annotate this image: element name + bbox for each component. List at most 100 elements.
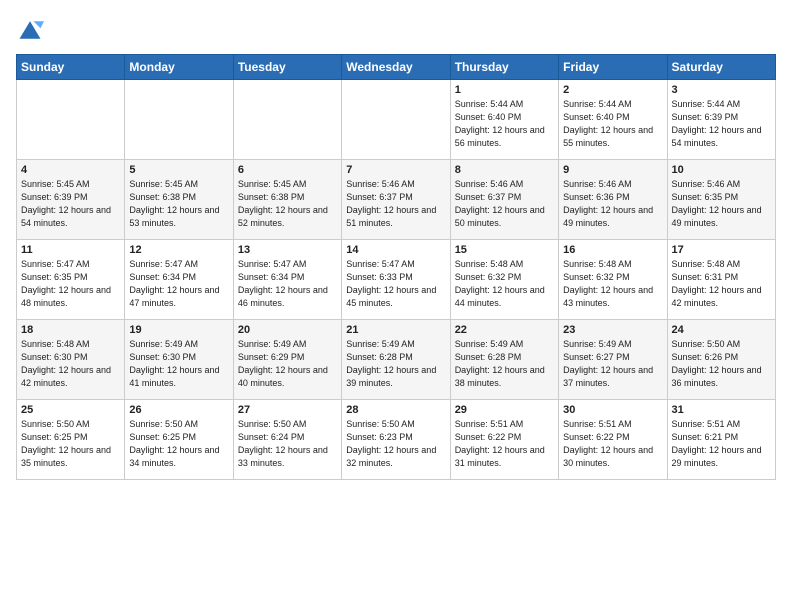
day-info: Sunrise: 5:45 AM Sunset: 6:39 PM Dayligh… — [21, 178, 120, 230]
day-info: Sunrise: 5:44 AM Sunset: 6:40 PM Dayligh… — [563, 98, 662, 150]
calendar-cell: 7 Sunrise: 5:46 AM Sunset: 6:37 PM Daylig… — [342, 160, 450, 240]
calendar-cell: 23 Sunrise: 5:49 AM Sunset: 6:27 PM Dayli… — [559, 320, 667, 400]
calendar-cell: 11 Sunrise: 5:47 AM Sunset: 6:35 PM Dayli… — [17, 240, 125, 320]
calendar-body: 1 Sunrise: 5:44 AM Sunset: 6:40 PM Daylig… — [17, 80, 776, 480]
calendar-cell: 30Sunrise: 5:51 AM Sunset: 6:22 PM Dayli… — [559, 400, 667, 480]
day-info: Sunrise: 5:49 AM Sunset: 6:28 PM Dayligh… — [346, 338, 445, 390]
day-info: Sunrise: 5:46 AM Sunset: 6:35 PM Dayligh… — [672, 178, 771, 230]
day-number: 7 — [346, 164, 445, 176]
day-number: 14 — [346, 244, 445, 256]
day-info: Sunrise: 5:48 AM Sunset: 6:30 PM Dayligh… — [21, 338, 120, 390]
day-number: 27 — [238, 404, 337, 416]
day-info: Sunrise: 5:46 AM Sunset: 6:37 PM Dayligh… — [455, 178, 554, 230]
day-number: 19 — [129, 324, 228, 336]
day-info: Sunrise: 5:51 AM Sunset: 6:22 PM Dayligh… — [563, 418, 662, 470]
day-number: 21 — [346, 324, 445, 336]
logo-icon — [16, 16, 44, 44]
day-number: 6 — [238, 164, 337, 176]
logo — [16, 16, 48, 44]
day-header-thursday: Thursday — [450, 55, 558, 80]
day-number: 9 — [563, 164, 662, 176]
day-info: Sunrise: 5:45 AM Sunset: 6:38 PM Dayligh… — [129, 178, 228, 230]
calendar-cell — [17, 80, 125, 160]
calendar-cell: 16Sunrise: 5:48 AM Sunset: 6:32 PM Dayli… — [559, 240, 667, 320]
calendar-cell: 14 Sunrise: 5:47 AM Sunset: 6:33 PM Dayli… — [342, 240, 450, 320]
day-info: Sunrise: 5:51 AM Sunset: 6:21 PM Dayligh… — [672, 418, 771, 470]
day-info: Sunrise: 5:50 AM Sunset: 6:23 PM Dayligh… — [346, 418, 445, 470]
calendar-cell: 1 Sunrise: 5:44 AM Sunset: 6:40 PM Daylig… — [450, 80, 558, 160]
page-header — [16, 16, 776, 44]
calendar-cell: 25 Sunrise: 5:50 AM Sunset: 6:25 PM Dayli… — [17, 400, 125, 480]
day-header-tuesday: Tuesday — [233, 55, 341, 80]
day-number: 8 — [455, 164, 554, 176]
calendar-cell: 31 Sunrise: 5:51 AM Sunset: 6:21 PM Dayli… — [667, 400, 775, 480]
day-number: 2 — [563, 84, 662, 96]
day-number: 1 — [455, 84, 554, 96]
day-header-wednesday: Wednesday — [342, 55, 450, 80]
calendar-cell — [342, 80, 450, 160]
day-number: 22 — [455, 324, 554, 336]
calendar-week-4: 18 Sunrise: 5:48 AM Sunset: 6:30 PM Dayli… — [17, 320, 776, 400]
calendar-cell: 13 Sunrise: 5:47 AM Sunset: 6:34 PM Dayli… — [233, 240, 341, 320]
calendar-cell: 4 Sunrise: 5:45 AM Sunset: 6:39 PM Daylig… — [17, 160, 125, 240]
day-number: 3 — [672, 84, 771, 96]
day-number: 20 — [238, 324, 337, 336]
day-info: Sunrise: 5:44 AM Sunset: 6:40 PM Dayligh… — [455, 98, 554, 150]
day-number: 24 — [672, 324, 771, 336]
day-info: Sunrise: 5:48 AM Sunset: 6:31 PM Dayligh… — [672, 258, 771, 310]
day-number: 10 — [672, 164, 771, 176]
day-number: 15 — [455, 244, 554, 256]
day-info: Sunrise: 5:51 AM Sunset: 6:22 PM Dayligh… — [455, 418, 554, 470]
day-info: Sunrise: 5:47 AM Sunset: 6:35 PM Dayligh… — [21, 258, 120, 310]
day-info: Sunrise: 5:47 AM Sunset: 6:33 PM Dayligh… — [346, 258, 445, 310]
calendar-cell — [125, 80, 233, 160]
day-number: 26 — [129, 404, 228, 416]
calendar-cell — [233, 80, 341, 160]
day-info: Sunrise: 5:50 AM Sunset: 6:25 PM Dayligh… — [21, 418, 120, 470]
day-number: 18 — [21, 324, 120, 336]
calendar-cell: 10 Sunrise: 5:46 AM Sunset: 6:35 PM Dayli… — [667, 160, 775, 240]
day-info: Sunrise: 5:49 AM Sunset: 6:29 PM Dayligh… — [238, 338, 337, 390]
calendar-cell: 17Sunrise: 5:48 AM Sunset: 6:31 PM Dayli… — [667, 240, 775, 320]
day-info: Sunrise: 5:46 AM Sunset: 6:37 PM Dayligh… — [346, 178, 445, 230]
day-info: Sunrise: 5:49 AM Sunset: 6:30 PM Dayligh… — [129, 338, 228, 390]
day-number: 28 — [346, 404, 445, 416]
calendar-table: SundayMondayTuesdayWednesdayThursdayFrid… — [16, 54, 776, 480]
day-number: 12 — [129, 244, 228, 256]
calendar-cell: 21 Sunrise: 5:49 AM Sunset: 6:28 PM Dayli… — [342, 320, 450, 400]
calendar-cell: 9 Sunrise: 5:46 AM Sunset: 6:36 PM Daylig… — [559, 160, 667, 240]
calendar-cell: 22 Sunrise: 5:49 AM Sunset: 6:28 PM Dayli… — [450, 320, 558, 400]
calendar-week-1: 1 Sunrise: 5:44 AM Sunset: 6:40 PM Daylig… — [17, 80, 776, 160]
day-number: 4 — [21, 164, 120, 176]
day-header-friday: Friday — [559, 55, 667, 80]
day-info: Sunrise: 5:49 AM Sunset: 6:27 PM Dayligh… — [563, 338, 662, 390]
day-number: 16 — [563, 244, 662, 256]
calendar-cell: 19 Sunrise: 5:49 AM Sunset: 6:30 PM Dayli… — [125, 320, 233, 400]
calendar-cell: 20 Sunrise: 5:49 AM Sunset: 6:29 PM Dayli… — [233, 320, 341, 400]
day-info: Sunrise: 5:49 AM Sunset: 6:28 PM Dayligh… — [455, 338, 554, 390]
day-info: Sunrise: 5:44 AM Sunset: 6:39 PM Dayligh… — [672, 98, 771, 150]
day-info: Sunrise: 5:47 AM Sunset: 6:34 PM Dayligh… — [129, 258, 228, 310]
calendar-cell: 5Sunrise: 5:45 AM Sunset: 6:38 PM Daylig… — [125, 160, 233, 240]
day-number: 25 — [21, 404, 120, 416]
calendar-cell: 15 Sunrise: 5:48 AM Sunset: 6:32 PM Dayli… — [450, 240, 558, 320]
calendar-header-row: SundayMondayTuesdayWednesdayThursdayFrid… — [17, 55, 776, 80]
day-info: Sunrise: 5:46 AM Sunset: 6:36 PM Dayligh… — [563, 178, 662, 230]
calendar-cell: 27 Sunrise: 5:50 AM Sunset: 6:24 PM Dayli… — [233, 400, 341, 480]
calendar-cell: 2 Sunrise: 5:44 AM Sunset: 6:40 PM Daylig… — [559, 80, 667, 160]
day-info: Sunrise: 5:48 AM Sunset: 6:32 PM Dayligh… — [455, 258, 554, 310]
calendar-cell: 24 Sunrise: 5:50 AM Sunset: 6:26 PM Dayli… — [667, 320, 775, 400]
calendar-cell: 6 Sunrise: 5:45 AM Sunset: 6:38 PM Daylig… — [233, 160, 341, 240]
day-info: Sunrise: 5:50 AM Sunset: 6:26 PM Dayligh… — [672, 338, 771, 390]
calendar-cell: 26Sunrise: 5:50 AM Sunset: 6:25 PM Dayli… — [125, 400, 233, 480]
day-info: Sunrise: 5:45 AM Sunset: 6:38 PM Dayligh… — [238, 178, 337, 230]
day-header-saturday: Saturday — [667, 55, 775, 80]
day-number: 23 — [563, 324, 662, 336]
day-number: 31 — [672, 404, 771, 416]
day-info: Sunrise: 5:50 AM Sunset: 6:24 PM Dayligh… — [238, 418, 337, 470]
day-number: 13 — [238, 244, 337, 256]
day-number: 11 — [21, 244, 120, 256]
calendar-cell: 8 Sunrise: 5:46 AM Sunset: 6:37 PM Daylig… — [450, 160, 558, 240]
calendar-cell: 12 Sunrise: 5:47 AM Sunset: 6:34 PM Dayli… — [125, 240, 233, 320]
day-info: Sunrise: 5:47 AM Sunset: 6:34 PM Dayligh… — [238, 258, 337, 310]
